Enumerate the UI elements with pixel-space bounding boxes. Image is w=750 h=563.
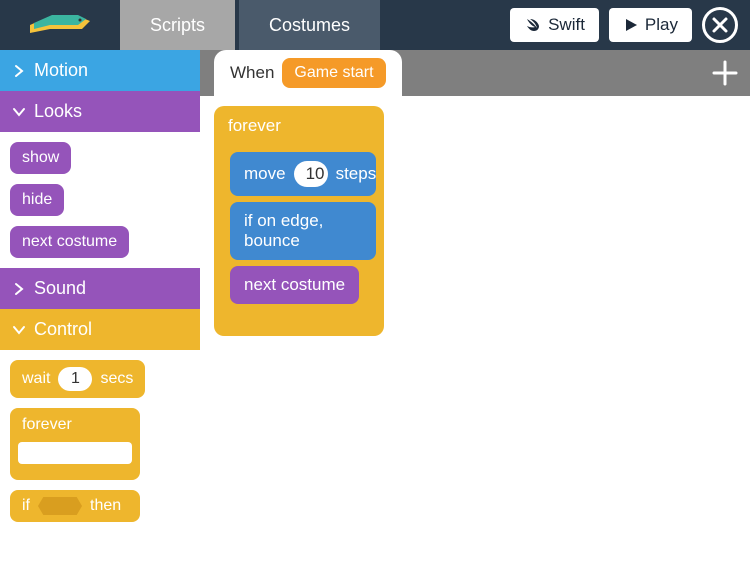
block-hide[interactable]: hide bbox=[10, 184, 64, 216]
plus-icon bbox=[710, 58, 740, 88]
swift-button[interactable]: Swift bbox=[510, 8, 599, 42]
header-actions: Swift Play bbox=[510, 0, 750, 50]
block-wait[interactable]: wait 1 secs bbox=[10, 360, 145, 398]
category-looks-label: Looks bbox=[34, 101, 82, 122]
tab-scripts-label: Scripts bbox=[150, 15, 205, 36]
script-move-block[interactable]: move 10 steps bbox=[230, 152, 376, 196]
looks-body: show hide next costume bbox=[0, 132, 200, 268]
chevron-down-icon bbox=[12, 323, 26, 337]
wait-value-input[interactable]: 1 bbox=[58, 367, 92, 391]
hat-event-selector[interactable]: Game start bbox=[282, 58, 385, 88]
play-button[interactable]: Play bbox=[609, 8, 692, 42]
header-tabs: Scripts Costumes bbox=[120, 0, 380, 50]
close-icon bbox=[711, 16, 729, 34]
script-next-costume-block[interactable]: next costume bbox=[230, 266, 359, 304]
tab-scripts[interactable]: Scripts bbox=[120, 0, 235, 50]
main-area: Motion Looks show hide next costume bbox=[0, 50, 750, 563]
block-if-then[interactable]: if then bbox=[10, 490, 140, 522]
play-icon bbox=[623, 17, 639, 33]
category-motion-label: Motion bbox=[34, 60, 88, 81]
forever-body[interactable]: move 10 steps if on edge, bounce next co… bbox=[214, 146, 384, 310]
category-looks[interactable]: Looks bbox=[0, 91, 200, 132]
category-control-label: Control bbox=[34, 319, 92, 340]
block-show[interactable]: show bbox=[10, 142, 71, 174]
chevron-down-icon bbox=[12, 105, 26, 119]
swift-icon bbox=[524, 16, 542, 34]
category-motion[interactable]: Motion bbox=[0, 50, 200, 91]
block-palette: Motion Looks show hide next costume bbox=[0, 50, 200, 563]
forever-slot[interactable] bbox=[18, 442, 132, 464]
script-forever-block[interactable]: forever move 10 steps if on edge, bounce… bbox=[214, 106, 384, 336]
chevron-right-icon bbox=[12, 282, 26, 296]
app-header: Scripts Costumes Swift Play bbox=[0, 0, 750, 50]
chevron-right-icon bbox=[12, 64, 26, 78]
canvas-header: When Game start bbox=[200, 50, 750, 96]
hat-when-label: When bbox=[230, 63, 274, 83]
script-stack[interactable]: forever move 10 steps if on edge, bounce… bbox=[214, 106, 384, 336]
app-logo bbox=[0, 0, 120, 50]
category-sound-label: Sound bbox=[34, 278, 86, 299]
script-canvas[interactable]: When Game start forever move 10 steps bbox=[200, 50, 750, 563]
tab-costumes-label: Costumes bbox=[269, 15, 350, 36]
condition-slot[interactable] bbox=[38, 497, 82, 515]
bird-logo-icon bbox=[20, 9, 100, 41]
category-control[interactable]: Control bbox=[0, 309, 200, 350]
block-next-costume[interactable]: next costume bbox=[10, 226, 129, 258]
category-sound[interactable]: Sound bbox=[0, 268, 200, 309]
tab-costumes[interactable]: Costumes bbox=[239, 0, 380, 50]
play-label: Play bbox=[645, 15, 678, 35]
script-bounce-block[interactable]: if on edge, bounce bbox=[230, 202, 376, 260]
hat-block[interactable]: When Game start bbox=[214, 50, 402, 96]
close-button[interactable] bbox=[702, 7, 738, 43]
add-script-button[interactable] bbox=[700, 50, 750, 96]
block-forever[interactable]: forever bbox=[10, 408, 140, 480]
move-value-input[interactable]: 10 bbox=[294, 161, 328, 187]
control-body: wait 1 secs forever if then bbox=[0, 350, 200, 532]
swift-label: Swift bbox=[548, 15, 585, 35]
